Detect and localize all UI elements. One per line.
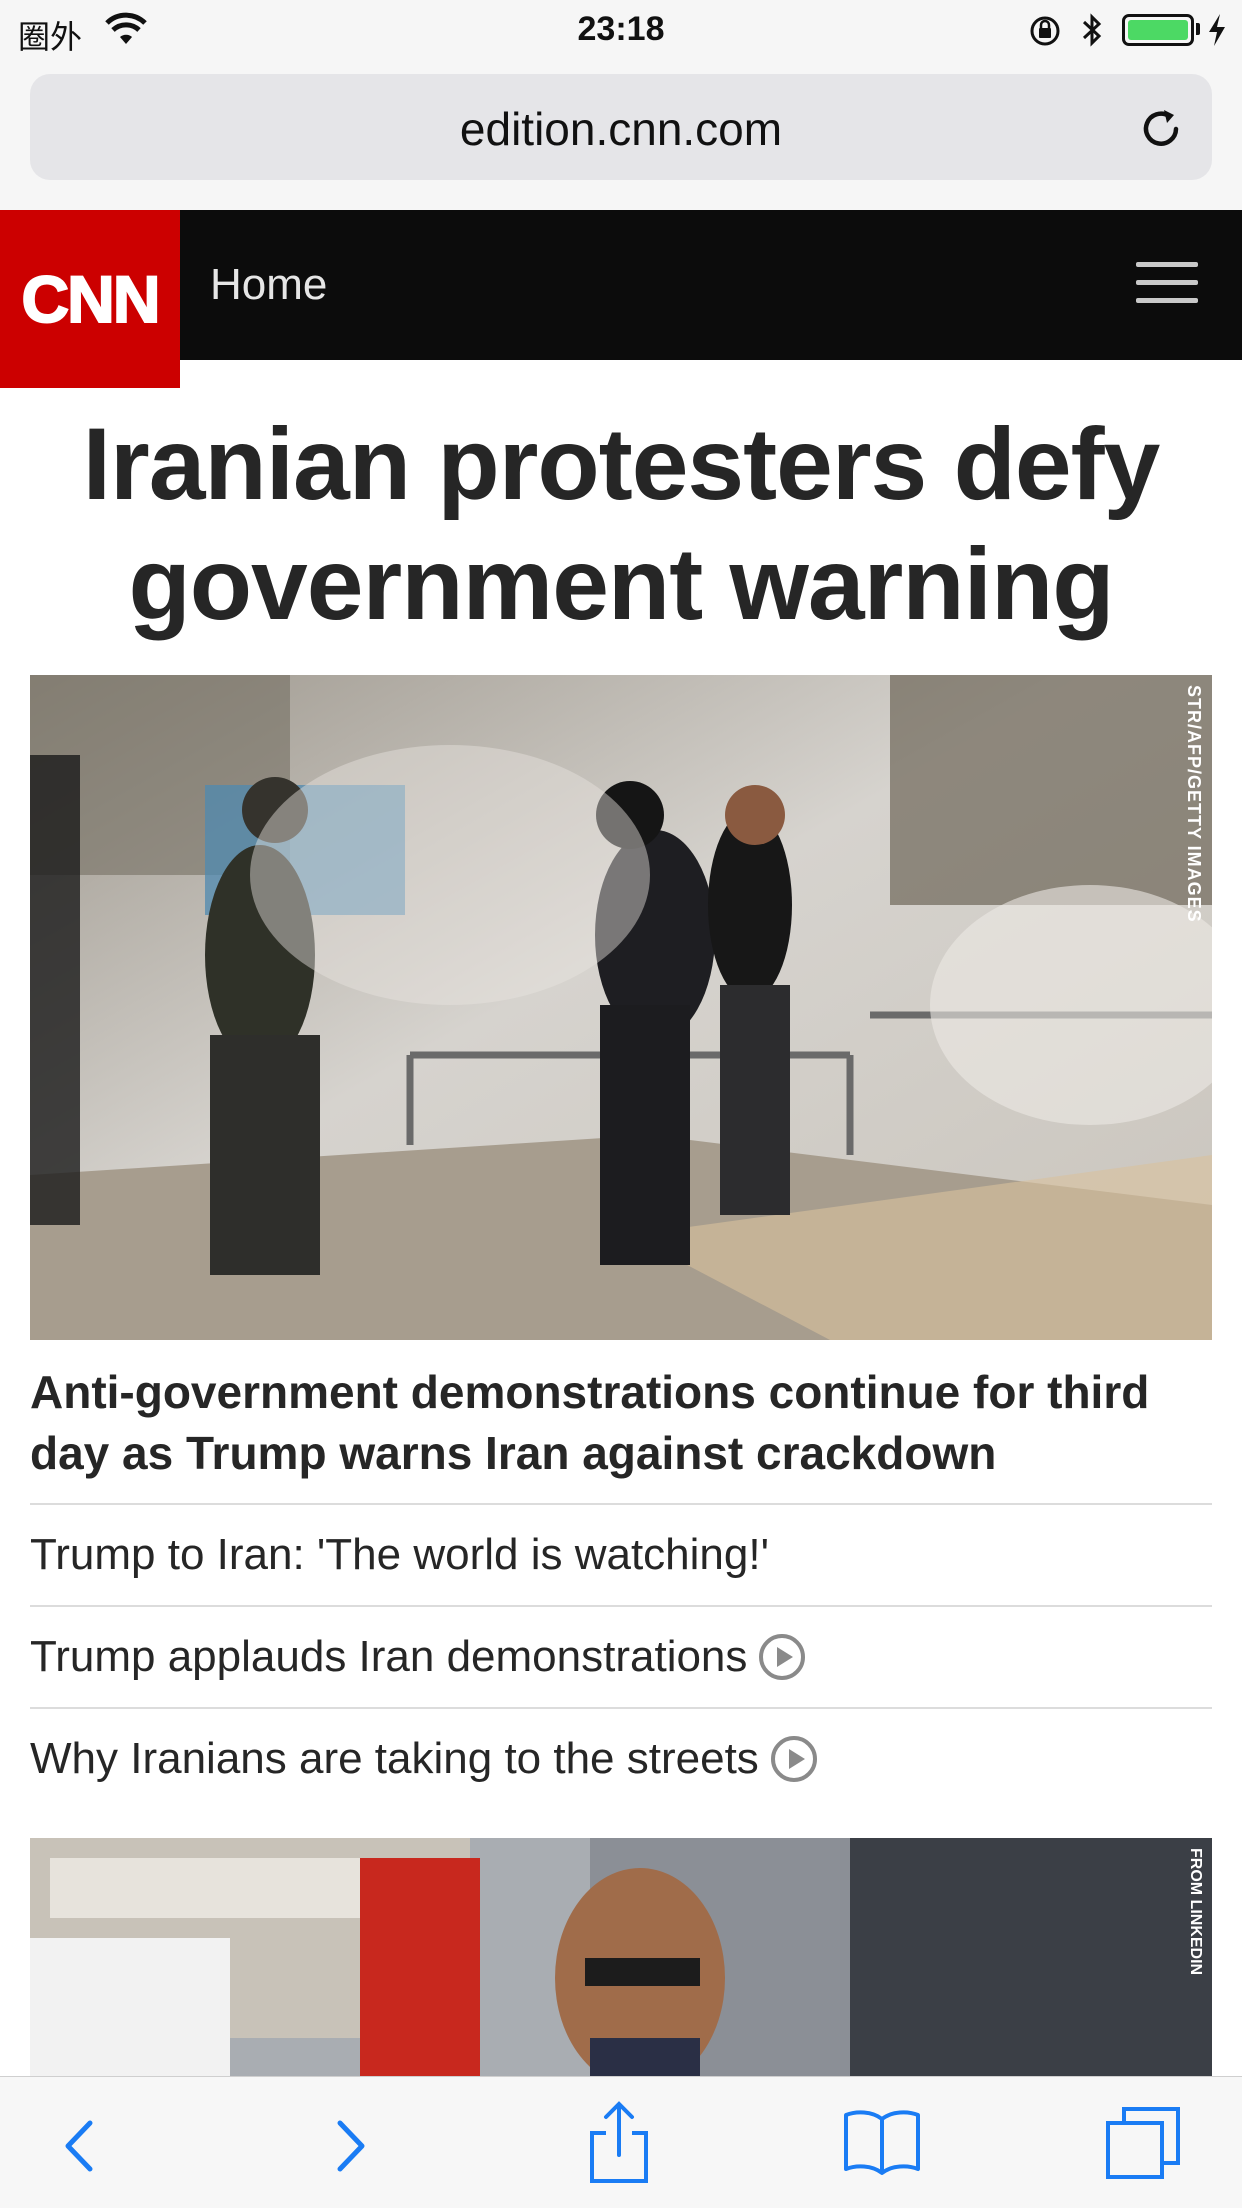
bookmarks-icon[interactable] <box>842 2107 922 2177</box>
related-link[interactable]: Trump applauds Iran demonstrations <box>30 1605 1212 1707</box>
related-links: Trump to Iran: 'The world is watching!' … <box>30 1503 1212 1809</box>
photo-credit: FROM LINKEDIN <box>1187 1848 1204 1976</box>
url-text[interactable]: edition.cnn.com <box>30 102 1212 156</box>
article-headline[interactable]: Iranian protesters defy government warni… <box>20 404 1222 644</box>
tabs-icon[interactable] <box>1104 2103 1184 2183</box>
related-link-label[interactable]: Trump to Iran: 'The world is watching!' <box>30 1530 769 1580</box>
battery-tip <box>1196 23 1200 35</box>
browser-address-area: edition.cnn.com <box>0 62 1242 210</box>
story-photo <box>30 1838 1212 2078</box>
cnn-logo-text: CNN <box>21 261 162 337</box>
charging-icon <box>1209 14 1225 46</box>
browser-toolbar <box>0 2076 1242 2208</box>
related-link-label[interactable]: Why Iranians are taking to the streets <box>30 1734 759 1784</box>
site-header: CNN Home <box>0 210 1242 388</box>
video-play-icon <box>759 1634 806 1680</box>
hero-photo <box>30 675 1212 1340</box>
orientation-lock-icon <box>1030 16 1060 46</box>
back-icon[interactable] <box>60 2111 100 2181</box>
address-bar[interactable]: edition.cnn.com <box>30 74 1212 180</box>
related-link[interactable]: Trump to Iran: 'The world is watching!' <box>30 1503 1212 1605</box>
share-icon[interactable] <box>586 2101 652 2185</box>
article-subheadline[interactable]: Anti-government demonstrations continue … <box>30 1362 1212 1484</box>
status-bar: 圈外 23:18 <box>0 0 1242 62</box>
bluetooth-icon <box>1082 13 1102 47</box>
reload-icon[interactable] <box>1136 104 1186 154</box>
forward-icon[interactable] <box>330 2111 370 2181</box>
battery-level <box>1128 20 1188 40</box>
story-image[interactable]: FROM LINKEDIN <box>30 1838 1212 2078</box>
hamburger-menu-icon[interactable] <box>1136 262 1198 306</box>
nav-section-home[interactable]: Home <box>210 260 327 310</box>
video-play-icon <box>770 1736 817 1782</box>
cnn-logo[interactable]: CNN <box>0 210 180 388</box>
battery-icon <box>1122 14 1194 46</box>
photo-credit: STR/AFP/GETTY IMAGES <box>1184 685 1204 923</box>
hero-image[interactable]: STR/AFP/GETTY IMAGES <box>30 675 1212 1340</box>
related-link[interactable]: Why Iranians are taking to the streets <box>30 1707 1212 1809</box>
related-link-label[interactable]: Trump applauds Iran demonstrations <box>30 1632 747 1682</box>
